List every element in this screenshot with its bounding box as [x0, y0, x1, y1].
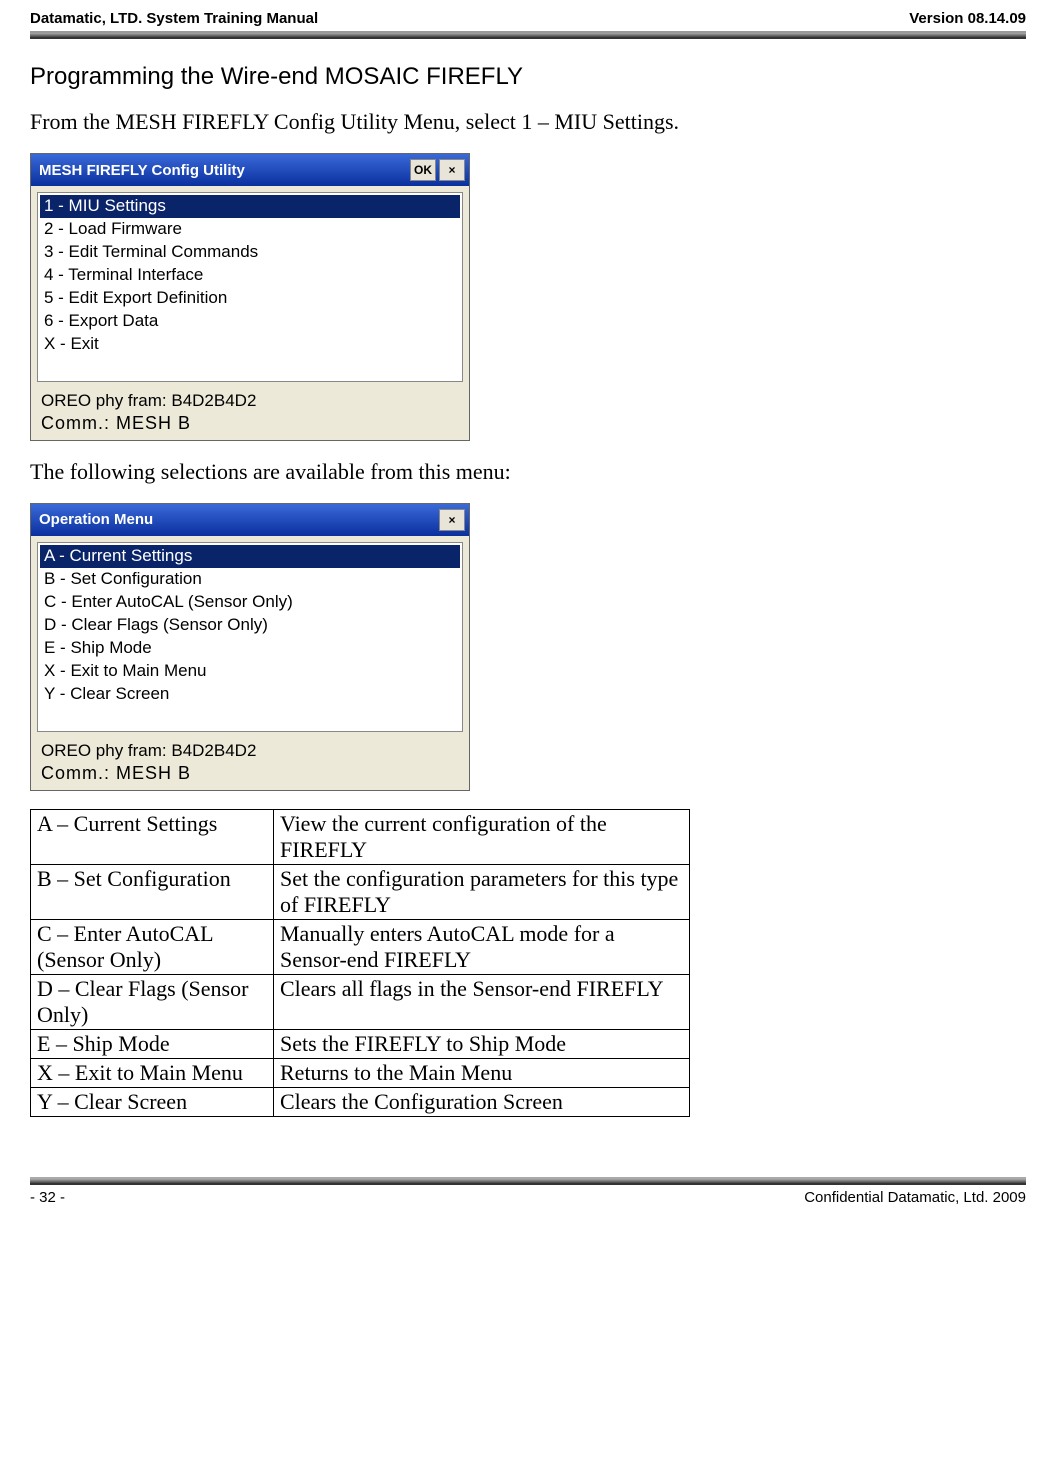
close-button[interactable]: ×: [439, 159, 465, 181]
option-cell: Y – Clear Screen: [31, 1087, 274, 1116]
list-item[interactable]: X - Exit: [40, 333, 460, 356]
list-item[interactable]: B - Set Configuration: [40, 568, 460, 591]
table-row: X – Exit to Main Menu Returns to the Mai…: [31, 1058, 690, 1087]
option-cell: D – Clear Flags (Sensor Only): [31, 974, 274, 1029]
option-cell: X – Exit to Main Menu: [31, 1058, 274, 1087]
list-item[interactable]: D - Clear Flags (Sensor Only): [40, 614, 460, 637]
option-cell: E – Ship Mode: [31, 1029, 274, 1058]
list-item[interactable]: 2 - Load Firmware: [40, 218, 460, 241]
table-row: B – Set Configuration Set the configurat…: [31, 864, 690, 919]
list-item[interactable]: 1 - MIU Settings: [40, 195, 460, 218]
footer-confidential: Confidential Datamatic, Ltd. 2009: [804, 1189, 1026, 1206]
list-item[interactable]: 3 - Edit Terminal Commands: [40, 241, 460, 264]
mesh-config-titlebar: MESH FIREFLY Config Utility OK ×: [31, 154, 469, 186]
list-item[interactable]: Y - Clear Screen: [40, 683, 460, 706]
list-item[interactable]: X - Exit to Main Menu: [40, 660, 460, 683]
close-button[interactable]: ×: [439, 509, 465, 531]
footer-rule: [30, 1177, 1026, 1185]
description-cell: Set the configuration parameters for thi…: [274, 864, 690, 919]
status-line-1: OREO phy fram: B4D2B4D2: [31, 738, 469, 763]
table-row: A – Current Settings View the current co…: [31, 809, 690, 864]
mesh-config-list[interactable]: 1 - MIU Settings 2 - Load Firmware 3 - E…: [37, 192, 463, 382]
header-rule: [30, 31, 1026, 39]
ok-button[interactable]: OK: [410, 159, 436, 181]
mesh-config-window: MESH FIREFLY Config Utility OK × 1 - MIU…: [30, 153, 470, 441]
option-cell: C – Enter AutoCAL (Sensor Only): [31, 919, 274, 974]
mesh-config-title: MESH FIREFLY Config Utility: [39, 162, 407, 179]
table-row: E – Ship Mode Sets the FIREFLY to Ship M…: [31, 1029, 690, 1058]
mid-text: The following selections are available f…: [30, 459, 1026, 485]
definitions-table: A – Current Settings View the current co…: [30, 809, 690, 1117]
operation-menu-title: Operation Menu: [39, 511, 436, 528]
description-cell: Clears all flags in the Sensor-end FIREF…: [274, 974, 690, 1029]
operation-menu-list[interactable]: A - Current Settings B - Set Configurati…: [37, 542, 463, 732]
list-item[interactable]: 4 - Terminal Interface: [40, 264, 460, 287]
description-cell: Sets the FIREFLY to Ship Mode: [274, 1029, 690, 1058]
status-line-2: Comm.: MESH B: [31, 413, 469, 440]
section-title: Programming the Wire-end MOSAIC FIREFLY: [30, 63, 1026, 91]
description-cell: View the current configuration of the FI…: [274, 809, 690, 864]
status-line-1: OREO phy fram: B4D2B4D2: [31, 388, 469, 413]
list-item[interactable]: C - Enter AutoCAL (Sensor Only): [40, 591, 460, 614]
status-line-2: Comm.: MESH B: [31, 763, 469, 790]
table-row: C – Enter AutoCAL (Sensor Only) Manually…: [31, 919, 690, 974]
description-cell: Returns to the Main Menu: [274, 1058, 690, 1087]
option-cell: A – Current Settings: [31, 809, 274, 864]
list-item[interactable]: 6 - Export Data: [40, 310, 460, 333]
intro-text: From the MESH FIREFLY Config Utility Men…: [30, 109, 1026, 135]
header-right: Version 08.14.09: [909, 10, 1026, 27]
page-header: Datamatic, LTD. System Training Manual V…: [30, 10, 1026, 31]
table-row: D – Clear Flags (Sensor Only) Clears all…: [31, 974, 690, 1029]
option-cell: B – Set Configuration: [31, 864, 274, 919]
description-cell: Manually enters AutoCAL mode for a Senso…: [274, 919, 690, 974]
list-item[interactable]: E - Ship Mode: [40, 637, 460, 660]
footer-page-number: - 32 -: [30, 1189, 65, 1206]
page-footer: - 32 - Confidential Datamatic, Ltd. 2009: [30, 1177, 1026, 1206]
header-left: Datamatic, LTD. System Training Manual: [30, 10, 318, 27]
operation-menu-window: Operation Menu × A - Current Settings B …: [30, 503, 470, 791]
table-row: Y – Clear Screen Clears the Configuratio…: [31, 1087, 690, 1116]
list-item[interactable]: 5 - Edit Export Definition: [40, 287, 460, 310]
list-item[interactable]: A - Current Settings: [40, 545, 460, 568]
description-cell: Clears the Configuration Screen: [274, 1087, 690, 1116]
operation-menu-titlebar: Operation Menu ×: [31, 504, 469, 536]
